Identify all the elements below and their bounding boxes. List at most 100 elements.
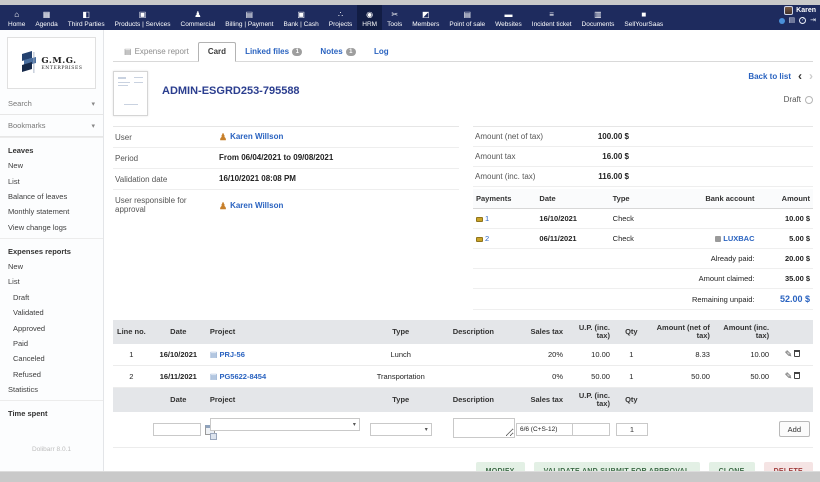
- delete-line-icon[interactable]: [794, 350, 800, 357]
- tab-notes[interactable]: Notes 1: [311, 43, 365, 61]
- new-line-qty-input[interactable]: [616, 423, 648, 436]
- chevron-down-icon: ▾: [91, 122, 95, 130]
- new-line-sales-tax-select[interactable]: 6/6 (C+S-12) ▾: [516, 423, 580, 436]
- project-link[interactable]: PG5622-8454: [219, 372, 266, 381]
- nav-third-parties[interactable]: ◧Third Parties: [63, 5, 110, 30]
- sidebar-item-balance-of-leaves[interactable]: Balance of leaves: [0, 189, 103, 204]
- new-line-description-input[interactable]: [453, 418, 515, 438]
- bank-account-link[interactable]: LUXBAC: [723, 234, 754, 243]
- sidebar-item-expenses-statistics[interactable]: Statistics: [0, 382, 103, 397]
- nav-websites[interactable]: ▬Websites: [490, 5, 527, 30]
- payment-ref-link[interactable]: 2: [485, 234, 489, 243]
- nav-hrm[interactable]: ◉HRM: [357, 5, 382, 30]
- document-thumbnail[interactable]: [113, 71, 148, 116]
- user-account[interactable]: Karen: [784, 6, 816, 15]
- delete-line-icon[interactable]: [794, 372, 800, 379]
- expense-lines-table: Line no. Date Project Type Description S…: [113, 320, 813, 448]
- col-header: Description: [450, 320, 513, 344]
- bookmarks-dropdown[interactable]: Bookmarks ▾: [0, 115, 103, 137]
- chevron-down-icon: ▾: [353, 421, 356, 428]
- nav-commercial[interactable]: ♟Commercial: [176, 5, 221, 30]
- user-avatar: [784, 6, 793, 15]
- sidebar-item-monthly-statement[interactable]: Monthly statement: [0, 204, 103, 219]
- tab-log[interactable]: Log: [365, 43, 398, 61]
- payment-bank: [667, 209, 758, 229]
- nav-members[interactable]: ◩Members: [407, 5, 444, 30]
- payments-header: Payments: [473, 189, 536, 209]
- nav-billing-payment[interactable]: ▤Billing | Payment: [220, 5, 278, 30]
- nav-label: SellYourSaas: [624, 21, 663, 28]
- app-window: ⌂Home ▦Agenda ◧Third Parties ▣Products |…: [0, 0, 820, 482]
- payment-ref-link[interactable]: 1: [485, 214, 489, 223]
- approver-link[interactable]: Karen Willson: [230, 201, 283, 210]
- search-dropdown[interactable]: Search ▾: [0, 93, 103, 115]
- edit-line-icon[interactable]: ✎: [785, 349, 793, 359]
- edit-line-icon[interactable]: ✎: [785, 371, 793, 381]
- previous-record-icon[interactable]: ‹: [798, 71, 802, 81]
- nav-bank-cash[interactable]: ▣Bank | Cash: [278, 5, 323, 30]
- nav-label: Tools: [387, 21, 402, 28]
- nav-agenda[interactable]: ▦Agenda: [30, 5, 62, 30]
- nav-label: Point of sale: [449, 21, 485, 28]
- nav-home[interactable]: ⌂Home: [3, 5, 30, 30]
- sidebar-item-expenses-validated[interactable]: Validated: [0, 305, 103, 320]
- project-link[interactable]: PRJ-56: [219, 350, 244, 359]
- add-line-button[interactable]: Add: [779, 421, 810, 437]
- nav-point-of-sale[interactable]: ▤ Point of sale: [444, 5, 490, 30]
- line-description: [450, 344, 513, 366]
- amount-net-value: 100.00 $: [581, 132, 629, 141]
- user-icon: ♟: [219, 133, 227, 141]
- sidebar-item-expenses-refused[interactable]: Refused: [0, 367, 103, 382]
- nav-projects[interactable]: ∴Projects: [324, 5, 357, 30]
- company-logo: G.M.G. ENTERPRISES: [7, 37, 96, 89]
- tab-label: Expense report: [135, 47, 189, 56]
- payment-type: Check: [610, 209, 667, 229]
- nav-label: HRM: [362, 21, 377, 28]
- bug-report-icon[interactable]: [779, 18, 785, 24]
- sidebar-item-expenses-list[interactable]: List: [0, 274, 103, 289]
- nav-documents[interactable]: ▥Documents: [577, 5, 620, 30]
- sidebar-item-leaves-list[interactable]: List: [0, 173, 103, 188]
- logout-icon[interactable]: ⇥: [810, 17, 816, 24]
- new-line-date-input[interactable]: [153, 423, 201, 436]
- chevron-down-icon: ▾: [91, 100, 95, 108]
- point-of-sale-icon: ▤: [463, 11, 471, 19]
- horizontal-scrollbar[interactable]: [0, 471, 820, 482]
- nav-label: Websites: [495, 21, 522, 28]
- payments-total-row: Amount claimed: 35.00 $: [473, 269, 813, 289]
- help-icon[interactable]: ?: [799, 17, 806, 24]
- print-icon[interactable]: ▤: [789, 17, 796, 24]
- user-link[interactable]: Karen Willson: [230, 132, 283, 141]
- tab-linked-files[interactable]: Linked files 1: [236, 43, 311, 61]
- sidebar-item-leaves-new[interactable]: New: [0, 158, 103, 173]
- nav-label: Commercial: [181, 21, 216, 28]
- nav-products-services[interactable]: ▣Products | Services: [110, 5, 176, 30]
- new-line-project-select[interactable]: ▾: [210, 418, 360, 431]
- payment-icon: [476, 217, 483, 222]
- sidebar-item-expenses-approved[interactable]: Approved: [0, 320, 103, 335]
- payment-icon: [476, 237, 483, 242]
- third-parties-icon: ◧: [82, 11, 90, 19]
- nav-tools[interactable]: ✂Tools: [382, 5, 407, 30]
- new-line-unit-price-input[interactable]: [572, 423, 610, 436]
- sidebar-item-view-change-logs[interactable]: View change logs: [0, 220, 103, 235]
- sidebar-item-expenses-draft[interactable]: Draft: [0, 290, 103, 305]
- new-line-type-select[interactable]: ▾: [370, 423, 432, 436]
- sidebar-item-expenses-canceled[interactable]: Canceled: [0, 351, 103, 366]
- tab-expense-report[interactable]: ▤ Expense report: [115, 43, 198, 61]
- col-header: Qty: [613, 388, 650, 413]
- document-icon: ▤: [124, 47, 132, 56]
- next-record-icon[interactable]: ›: [809, 71, 813, 81]
- line-date: 16/10/2021: [150, 344, 207, 366]
- create-project-icon[interactable]: [210, 433, 217, 440]
- nav-incident-ticket[interactable]: ≡Incident ticket: [527, 5, 577, 30]
- tab-card[interactable]: Card: [198, 42, 236, 62]
- field-label: Validation date: [115, 174, 219, 184]
- line-unit-price: 50.00: [566, 366, 613, 388]
- nav-sellyoursaas[interactable]: ■SellYourSaas: [619, 5, 668, 30]
- back-to-list-link[interactable]: Back to list: [748, 72, 791, 81]
- payments-total-row: Remaining unpaid: 52.00 $: [473, 289, 813, 310]
- sidebar-section-expenses: Expenses reports New List Draft Validate…: [0, 238, 103, 400]
- sidebar-item-expenses-paid[interactable]: Paid: [0, 336, 103, 351]
- sidebar-item-expenses-new[interactable]: New: [0, 259, 103, 274]
